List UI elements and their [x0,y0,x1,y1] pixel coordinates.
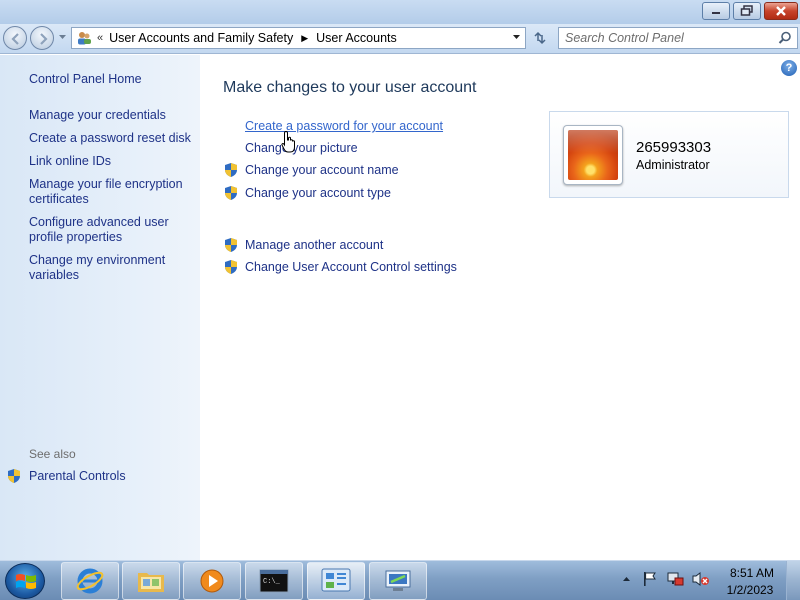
maximize-button[interactable] [733,2,761,20]
user-accounts-icon [78,32,91,45]
change-picture-link[interactable]: Change your picture [245,141,358,155]
sidebar-item-manage-credentials[interactable]: Manage your credentials [29,108,194,123]
close-button[interactable] [764,2,798,20]
account-picture [563,125,623,185]
see-also-label: See also [29,447,76,461]
windows-explorer-button[interactable] [122,562,180,600]
breadcrumb-user-accounts[interactable]: User Accounts [316,31,397,45]
flower-picture [568,130,618,180]
help-icon[interactable]: ? [781,60,797,76]
breadcrumb-overflow[interactable]: « [97,32,103,44]
shield-icon [8,469,20,483]
refresh-icon [534,31,546,45]
media-player-icon [200,569,224,593]
breadcrumb-user-accounts-and-family-safety[interactable]: User Accounts and Family Safety [109,31,293,45]
sidebar-item-link-online-ids[interactable]: Link online IDs [29,154,194,169]
change-uac-settings-link[interactable]: Change User Account Control settings [245,260,457,274]
refresh-button[interactable] [528,27,552,49]
sidebar-control-panel-home[interactable]: Control Panel Home [29,72,194,87]
change-account-name-link[interactable]: Change your account name [245,163,399,177]
command-prompt-icon: C:\_ [259,569,289,593]
control-panel-button[interactable] [307,562,365,600]
uac-shield-icon [225,238,237,252]
create-password-link[interactable]: Create a password for your account [245,119,443,133]
windows-explorer-icon [138,573,164,592]
show-hidden-icons-icon[interactable] [622,576,631,582]
action-center-flag-icon[interactable] [642,571,658,587]
title-bar [0,0,800,24]
account-name: 265993303 [636,139,712,156]
address-dropdown-icon[interactable] [512,34,521,40]
internet-explorer-icon [76,568,104,594]
sidebar-item-password-reset-disk[interactable]: Create a password reset disk [29,131,194,146]
uac-shield-icon [225,186,237,200]
search-box[interactable] [558,27,798,49]
sidebar-item-environment-variables[interactable]: Change my environment variables [29,253,194,283]
forward-button[interactable] [30,26,54,50]
breadcrumb-separator-icon[interactable]: ▶ [301,33,308,44]
internet-explorer-button[interactable] [61,562,119,600]
clock-date[interactable]: 1/2/2023 [722,583,778,597]
network-disconnected-icon[interactable] [667,571,685,587]
recent-pages-dropdown-icon[interactable] [58,34,67,40]
svg-text:C:\_: C:\_ [263,578,281,586]
back-button[interactable] [3,26,27,50]
clock-time[interactable]: 8:51 AM [727,566,777,580]
command-prompt-button[interactable]: C:\_ [245,562,303,600]
media-player-button[interactable] [183,562,241,600]
speaker-muted-icon[interactable] [692,571,710,587]
windows-logo-icon [16,574,36,589]
hand-cursor-icon [281,130,295,153]
search-input[interactable] [565,30,775,46]
account-card: 265993303 Administrator [549,111,789,198]
uac-shield-icon [225,163,237,177]
show-desktop-button[interactable] [786,561,800,600]
remote-desktop-icon [385,570,411,591]
address-bar[interactable]: « User Accounts and Family Safety ▶ User… [71,27,526,49]
start-button[interactable] [5,563,45,599]
navigation-bar: « User Accounts and Family Safety ▶ User… [0,24,800,54]
see-also-parental-controls[interactable]: Parental Controls [29,469,126,483]
minimize-button[interactable] [702,2,730,20]
search-icon[interactable] [778,31,792,45]
uac-shield-icon [225,260,237,274]
sidebar-item-advanced-profile-properties[interactable]: Configure advanced user profile properti… [29,215,194,245]
manage-another-account-link[interactable]: Manage another account [245,238,383,252]
page-title: Make changes to your user account [223,79,477,96]
account-role: Administrator [636,158,710,172]
remote-desktop-button[interactable] [369,562,427,600]
change-account-type-link[interactable]: Change your account type [245,186,391,200]
control-panel-icon [321,568,351,592]
sidebar-item-file-encryption-certificates[interactable]: Manage your file encryption certificates [29,177,194,207]
